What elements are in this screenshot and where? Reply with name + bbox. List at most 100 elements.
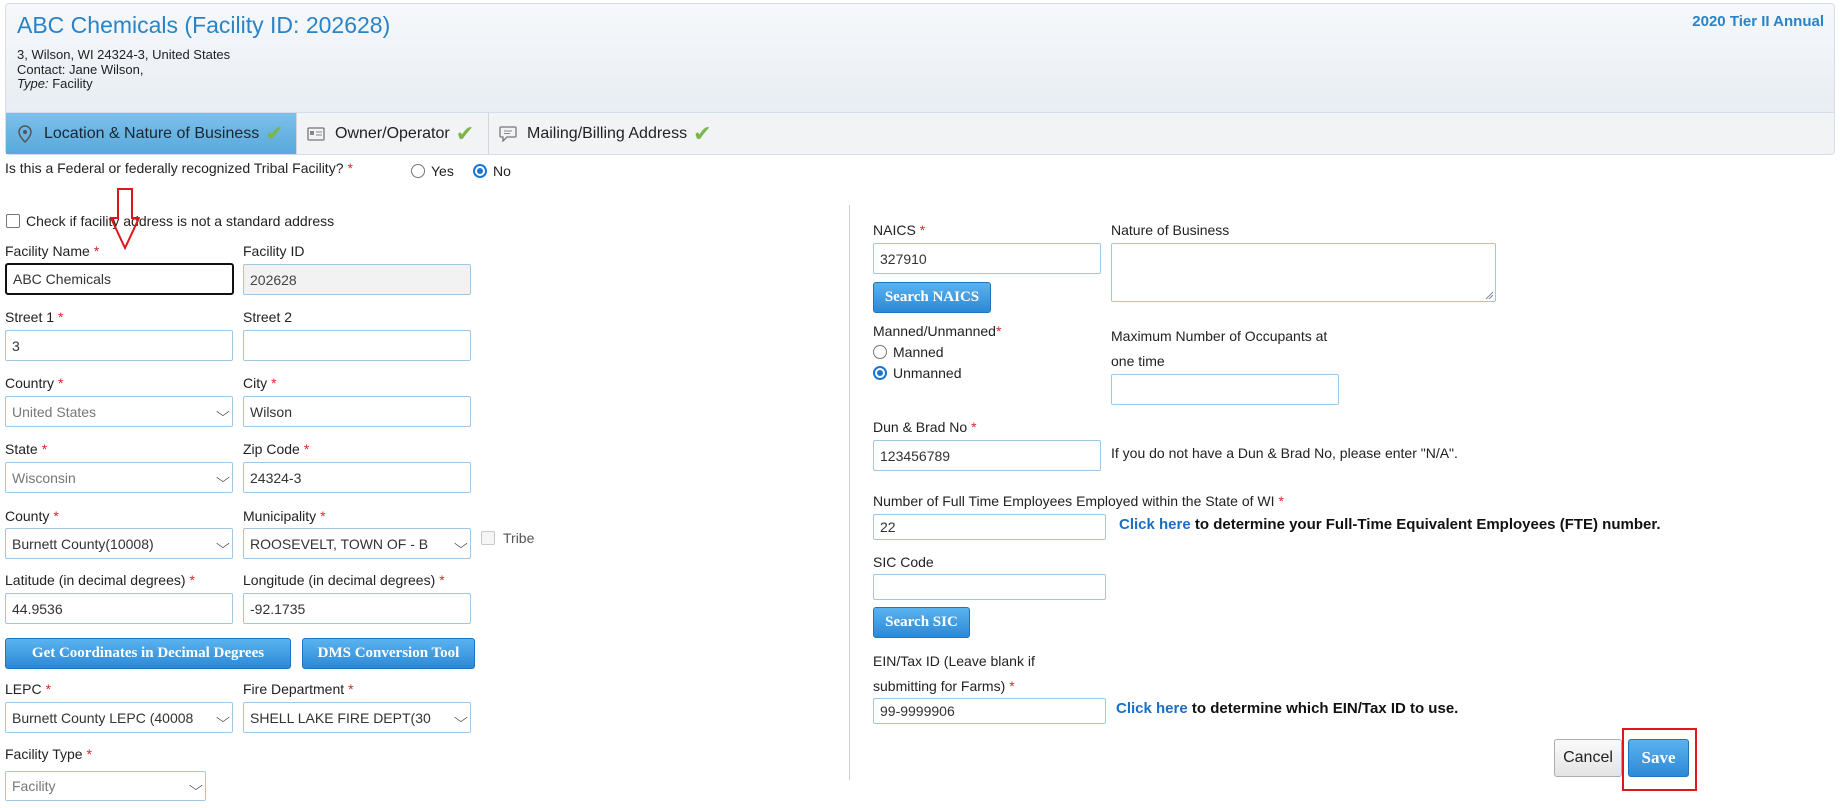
search-sic-button[interactable]: Search SIC <box>873 607 970 638</box>
unmanned-radio[interactable] <box>873 366 887 380</box>
street2-input[interactable] <box>243 330 471 361</box>
county-label: County * <box>5 508 59 524</box>
city-label: City * <box>243 375 277 391</box>
tab-bar: Location & Nature of Business ✔ Owner/Op… <box>5 113 1835 155</box>
street1-label: Street 1 * <box>5 309 64 325</box>
unmanned-option[interactable]: Unmanned <box>873 365 962 381</box>
country-value: United States <box>12 403 97 420</box>
chevron-down-icon: ⌵ <box>189 778 203 793</box>
manned-radio[interactable] <box>873 345 887 359</box>
fire-department-select[interactable]: SHELL LAKE FIRE DEPT(30 ⌵ <box>243 702 471 733</box>
facility-id-label: Facility ID <box>243 243 305 259</box>
sic-label: SIC Code <box>873 554 934 570</box>
duns-help-text: If you do not have a Dun & Brad No, plea… <box>1111 445 1458 461</box>
annotation-arrow-icon <box>110 188 140 250</box>
lepc-select[interactable]: Burnett County LEPC (40008 ⌵ <box>5 702 233 733</box>
federal-yes-radio[interactable] <box>411 164 425 178</box>
nature-of-business-textarea[interactable] <box>1111 243 1496 302</box>
location-pin-icon <box>14 124 36 143</box>
nature-of-business-label: Nature of Business <box>1111 222 1230 238</box>
tab-mailing-billing[interactable]: Mailing/Billing Address ✔ <box>489 113 729 154</box>
chevron-down-icon: ⌵ <box>216 535 230 551</box>
county-select[interactable]: Burnett County(10008) ⌵ <box>5 528 233 559</box>
state-label: State * <box>5 441 48 457</box>
nonstandard-address-option[interactable]: Check if facility address is not a stand… <box>6 213 334 229</box>
dms-conversion-button[interactable]: DMS Conversion Tool <box>302 638 475 669</box>
required-marker: * <box>347 160 353 176</box>
tab-label: Owner/Operator <box>335 124 450 142</box>
type-label: Type: <box>17 76 49 91</box>
type-value: Facility <box>52 76 93 91</box>
manned-option-label: Manned <box>893 344 944 360</box>
fte-help-link[interactable]: Click here <box>1119 516 1191 533</box>
chevron-down-icon: ⌵ <box>216 709 230 725</box>
federal-no-radio[interactable] <box>473 164 487 178</box>
latitude-label: Latitude (in decimal degrees) * <box>5 572 195 588</box>
nonstandard-address-checkbox[interactable] <box>6 214 20 228</box>
checkmark-icon: ✔ <box>693 120 712 146</box>
municipality-label: Municipality * <box>243 508 326 524</box>
checkmark-icon: ✔ <box>265 120 284 146</box>
longitude-input[interactable]: -92.1735 <box>243 593 471 624</box>
chevron-down-icon: ⌵ <box>454 709 468 725</box>
federal-no-option[interactable]: No <box>473 163 511 179</box>
ein-help-text: to determine which EIN/Tax ID to use. <box>1191 700 1459 717</box>
duns-input[interactable]: 123456789 <box>873 440 1101 471</box>
max-occupants-label: Maximum Number of Occupants at <box>1111 328 1328 344</box>
tab-label: Location & Nature of Business <box>44 124 260 142</box>
facility-type-label: Facility Type * <box>5 746 92 762</box>
search-naics-button[interactable]: Search NAICS <box>873 282 991 313</box>
manned-label: Manned/Unmanned* <box>873 323 1002 339</box>
max-occupants-input[interactable] <box>1111 374 1339 405</box>
tab-location[interactable]: Location & Nature of Business ✔ <box>6 113 297 154</box>
facility-header: ABC Chemicals (Facility ID: 202628) 2020… <box>5 3 1835 113</box>
employees-input[interactable]: 22 <box>873 514 1106 540</box>
fire-department-label: Fire Department * <box>243 681 354 697</box>
report-label: 2020 Tier II Annual <box>1692 13 1824 30</box>
fte-help-text: to determine your Full-Time Equivalent E… <box>1194 516 1661 533</box>
tab-label: Mailing/Billing Address <box>527 124 688 142</box>
nonstandard-address-label: Check if facility address is not a stand… <box>26 213 335 229</box>
lepc-value: Burnett County LEPC (40008 <box>12 709 194 726</box>
facility-name-label: Facility Name * <box>5 243 100 259</box>
checkmark-icon: ✔ <box>455 120 475 146</box>
naics-input[interactable]: 327910 <box>873 243 1101 274</box>
column-divider <box>849 205 850 780</box>
municipality-select[interactable]: ROOSEVELT, TOWN OF - B ⌵ <box>243 528 471 559</box>
employees-help: Click here to determine your Full-Time E… <box>1119 516 1661 533</box>
latitude-input[interactable]: 44.9536 <box>5 593 233 624</box>
employees-label: Number of Full Time Employees Employed w… <box>873 493 1284 509</box>
resize-handle-icon[interactable] <box>1485 291 1494 300</box>
manned-option[interactable]: Manned <box>873 344 944 360</box>
street1-input[interactable]: 3 <box>5 330 233 361</box>
facility-type-line: Type: Facility <box>17 76 93 91</box>
facility-id-input[interactable]: 202628 <box>243 264 471 295</box>
sic-input[interactable] <box>873 574 1106 600</box>
save-button[interactable]: Save <box>1628 739 1689 777</box>
city-input[interactable]: Wilson <box>243 396 471 427</box>
facility-contact: Contact: Jane Wilson, <box>17 62 144 77</box>
get-coordinates-button[interactable]: Get Coordinates in Decimal Degrees <box>5 638 291 669</box>
federal-yes-option[interactable]: Yes <box>411 163 454 179</box>
ein-help-link[interactable]: Click here <box>1116 700 1188 717</box>
country-select[interactable]: United States ⌵ <box>5 396 233 427</box>
federal-yes-label: Yes <box>431 163 454 179</box>
page-title: ABC Chemicals (Facility ID: 202628) <box>17 12 391 38</box>
tab-owner-operator[interactable]: Owner/Operator ✔ <box>297 113 489 154</box>
lepc-label: LEPC * <box>5 681 52 697</box>
ein-input[interactable]: 99-9999906 <box>873 698 1106 724</box>
tribe-checkbox[interactable] <box>481 531 495 545</box>
facility-type-select[interactable]: Facility ⌵ <box>5 771 206 801</box>
cancel-button[interactable]: Cancel <box>1554 739 1622 777</box>
duns-label: Dun & Brad No * <box>873 419 977 435</box>
federal-question-label: Is this a Federal or federally recognize… <box>5 160 344 176</box>
chevron-down-icon: ⌵ <box>454 535 468 551</box>
tribe-option[interactable]: Tribe <box>481 530 534 546</box>
federal-question: Is this a Federal or federally recognize… <box>5 160 353 176</box>
naics-label: NAICS * <box>873 222 926 238</box>
ein-label-line2: submitting for Farms) * <box>873 678 1015 694</box>
state-select[interactable]: Wisconsin ⌵ <box>5 462 233 493</box>
longitude-label: Longitude (in decimal degrees) * <box>243 572 445 588</box>
facility-name-input[interactable]: ABC Chemicals <box>5 263 234 295</box>
zip-input[interactable]: 24324-3 <box>243 462 471 493</box>
